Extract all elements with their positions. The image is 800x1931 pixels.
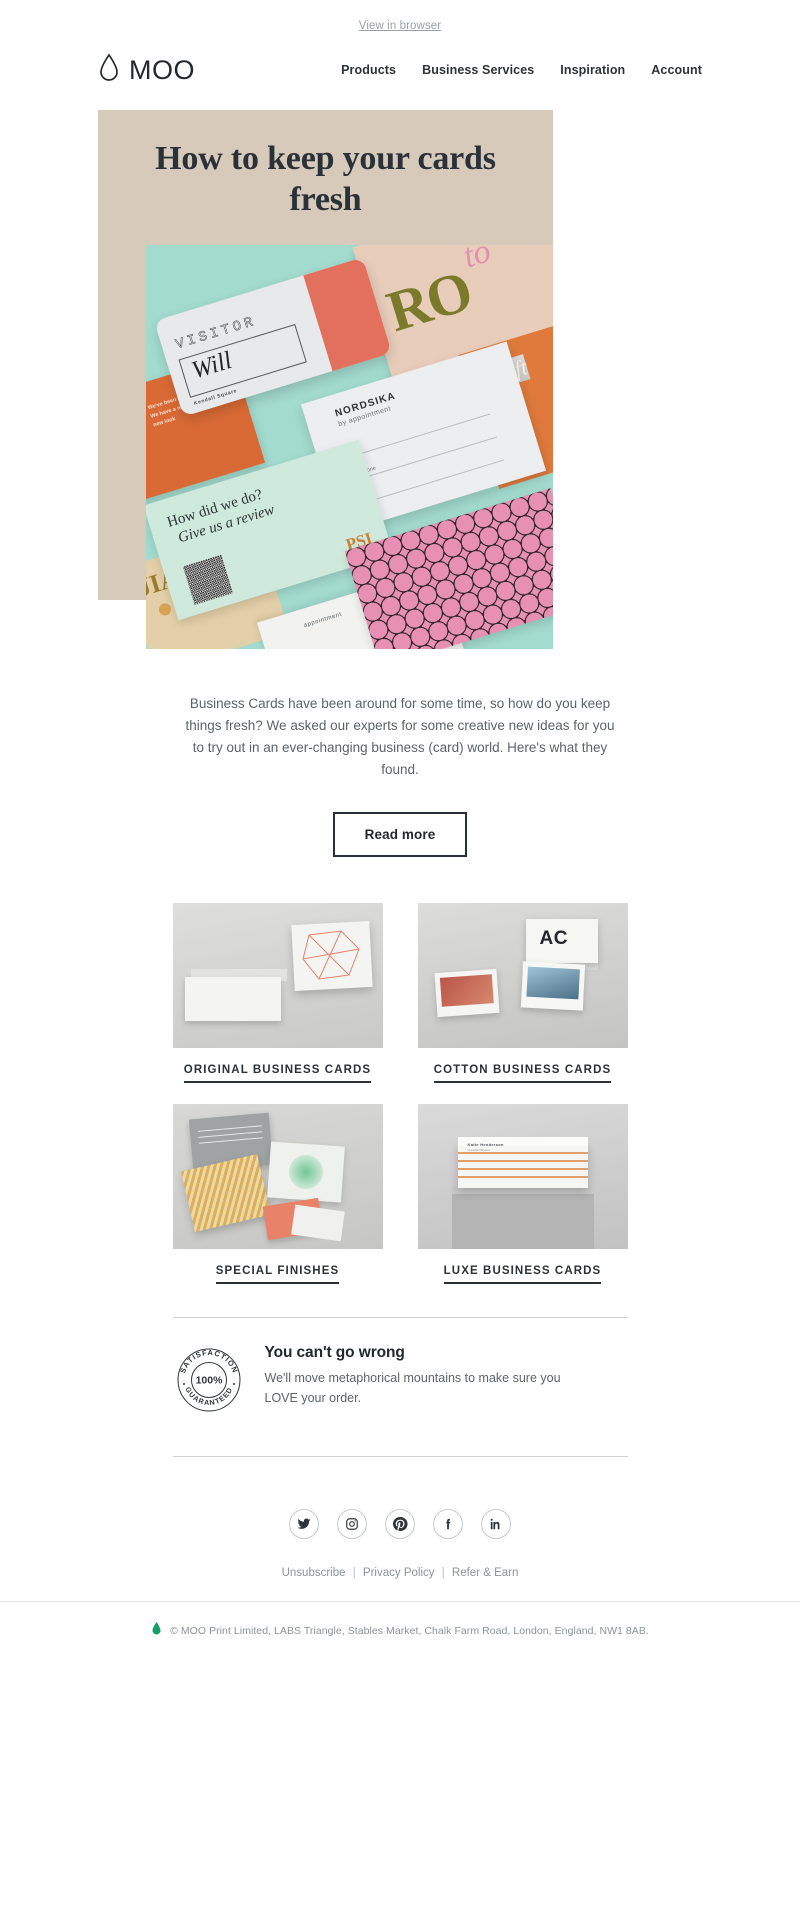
product-tile-cotton[interactable]: AC COTTON BUSINESS CARDS [417, 903, 628, 1084]
geometric-line-art-icon [301, 930, 360, 980]
brand-logo[interactable]: MOO [98, 53, 195, 88]
product-tile-luxe[interactable]: Katie Henderson Creative Director LUXE B… [417, 1104, 628, 1285]
svg-text:100%: 100% [195, 1375, 223, 1387]
luxe-edge-1 [457, 1152, 588, 1154]
divider-bottom [172, 1456, 628, 1458]
rust-card-script: to [458, 245, 496, 276]
hero-title: How to keep your cards fresh [155, 140, 496, 219]
guarantee-heading: You can't go wrong [264, 1344, 405, 1362]
guarantee-section: SATISFACTION GUARANTEED 100% You can't g… [173, 1344, 628, 1416]
card-stack-front: JOHN SMITH Director [184, 977, 281, 1022]
product-label-original[interactable]: ORIGINAL BUSINESS CARDS [173, 1064, 383, 1084]
hero-image[interactable]: RO to A gift We've been on a journey. We… [146, 245, 553, 649]
footer-link-refer-earn[interactable]: Refer & Earn [452, 1567, 518, 1579]
email-body: View in browser MOO Products Business Se… [0, 0, 800, 1659]
footer-link-unsubscribe[interactable]: Unsubscribe [282, 1567, 346, 1579]
instagram-icon[interactable] [337, 1509, 367, 1540]
luxe-edge-2 [457, 1160, 588, 1162]
cotton-card-monogram: AC [539, 928, 568, 950]
gold-card-dot-1 [157, 601, 173, 617]
cotton-photo-2-image [525, 967, 580, 1000]
finish-card-white [290, 1205, 345, 1242]
special-finishes-thumb[interactable] [172, 1104, 383, 1250]
luxe-card-role: Creative Director [467, 1148, 491, 1153]
product-label-cotton[interactable]: COTTON BUSINESS CARDS [418, 1064, 628, 1084]
footer-separator-2: | [441, 1567, 445, 1580]
nordsika-field-telephone: Telephone [351, 428, 498, 482]
svg-text:SATISFACTION: SATISFACTION [178, 1348, 240, 1375]
social-links [0, 1509, 800, 1540]
nav-links: Products Business Services Inspiration A… [341, 63, 702, 77]
divider-top [172, 1317, 628, 1319]
nav-item-inspiration[interactable]: Inspiration [560, 63, 625, 77]
guarantee-body: We'll move metaphorical mountains to mak… [264, 1371, 561, 1405]
footer-link-privacy-policy[interactable]: Privacy Policy [363, 1567, 435, 1579]
cta-container: Read more [0, 812, 800, 858]
luxe-card-name: Katie Henderson [467, 1142, 504, 1148]
product-label-special-finishes[interactable]: SPECIAL FINISHES [173, 1265, 383, 1285]
qr-code-icon [182, 554, 233, 605]
twitter-icon[interactable] [289, 1509, 319, 1540]
pinterest-icon[interactable] [385, 1509, 415, 1540]
rust-card-text: RO [379, 257, 479, 345]
product-grid: JOHN SMITH Director ORIGINAL BUSINESS CA… [172, 903, 628, 1285]
finish-card-lines [197, 1125, 262, 1133]
original-business-cards-thumb[interactable]: JOHN SMITH Director [172, 903, 383, 1049]
hero-section: How to keep your cards fresh RO to A gif… [0, 110, 800, 655]
product-tile-original[interactable]: JOHN SMITH Director ORIGINAL BUSINESS CA… [172, 903, 383, 1084]
brand-wordmark: MOO [129, 54, 195, 85]
cotton-card-photo-1 [434, 969, 499, 1018]
finish-card-mint [266, 1141, 345, 1203]
linkedin-icon[interactable] [481, 1509, 511, 1540]
product-label-luxe[interactable]: LUXE BUSINESS CARDS [418, 1265, 628, 1285]
cotton-business-cards-thumb[interactable]: AC [417, 903, 628, 1049]
view-in-browser-link[interactable]: View in browser [359, 20, 441, 32]
cotton-card-monogram-card: AC [525, 919, 598, 964]
read-more-button[interactable]: Read more [332, 812, 468, 858]
copyright-bar: © MOO Print Limited, LABS Triangle, Stab… [0, 1601, 800, 1659]
footer-separator-1: | [352, 1567, 356, 1580]
nav-item-products[interactable]: Products [341, 63, 396, 77]
nav-item-account[interactable]: Account [651, 63, 702, 77]
luxe-top-card: Katie Henderson Creative Director [457, 1137, 588, 1152]
white-card-text: appointment [303, 611, 343, 630]
product-tile-special-finishes[interactable]: SPECIAL FINISHES [172, 1104, 383, 1285]
luxe-edge-3 [457, 1168, 588, 1170]
nav-item-business-services[interactable]: Business Services [422, 63, 534, 77]
intro-paragraph: Business Cards have been around for some… [185, 696, 615, 777]
satisfaction-guaranteed-stamp-icon: SATISFACTION GUARANTEED 100% [173, 1344, 245, 1416]
preheader: View in browser [0, 0, 800, 40]
finish-gradient-circle [287, 1154, 324, 1191]
guarantee-text: You can't go wrong We'll move metaphoric… [265, 1344, 595, 1408]
footer-links: Unsubscribe | Privacy Policy | Refer & E… [0, 1567, 800, 1579]
copyright-text: © MOO Print Limited, LABS Triangle, Stab… [170, 1624, 649, 1637]
droplet-icon [98, 53, 120, 88]
luxe-edge-4 [457, 1176, 588, 1178]
footer-droplet-icon [151, 1621, 162, 1641]
svg-text:GUARANTEED: GUARANTEED [183, 1386, 234, 1408]
cotton-photo-1-image [439, 974, 494, 1008]
luxe-plinth [451, 1192, 594, 1250]
facebook-icon[interactable] [433, 1509, 463, 1540]
cotton-card-photo-2 [520, 961, 585, 1012]
luxe-business-cards-thumb[interactable]: Katie Henderson Creative Director [417, 1104, 628, 1250]
header-nav: MOO Products Business Services Inspirati… [0, 40, 800, 100]
